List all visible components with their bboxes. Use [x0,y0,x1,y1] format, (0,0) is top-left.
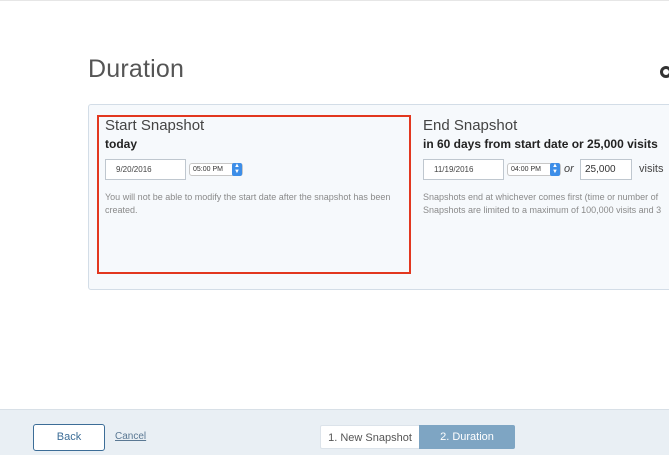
start-note: You will not be able to modify the start… [105,191,411,217]
cancel-link[interactable]: Cancel [115,431,146,442]
end-time-select[interactable]: 04:00 PM ▲ ▼ [507,163,561,176]
start-time-select[interactable]: 05:00 PM ▲ ▼ [189,163,243,176]
start-note-line-2: created. [105,205,138,215]
step-duration[interactable]: 2. Duration [419,425,515,449]
step-new-snapshot[interactable]: 1. New Snapshot [320,425,419,449]
visits-label: visits [639,163,664,175]
start-date-input[interactable]: 9/20/2016 [105,159,186,180]
or-label: or [564,163,574,175]
partial-icon [660,66,669,78]
end-snapshot-subtitle: in 60 days from start date or 25,000 vis… [423,137,658,151]
up-down-stepper-icon[interactable]: ▲ ▼ [232,163,242,176]
start-time-value: 05:00 PM [193,166,223,173]
end-snapshot-title: End Snapshot [423,117,518,134]
end-time-value: 04:00 PM [511,166,541,173]
start-snapshot-subtitle: today [105,137,138,151]
end-note-line-2: Snapshots are limited to a maximum of 10… [423,205,662,215]
up-down-stepper-icon[interactable]: ▲ ▼ [550,163,560,176]
end-note-line-1: Snapshots end at whichever comes first (… [423,192,659,202]
visits-input[interactable]: 25,000 [580,159,632,180]
start-note-line-1: You will not be able to modify the start… [105,192,391,202]
page-title: Duration [88,55,185,83]
end-note: Snapshots end at whichever comes first (… [423,191,669,217]
back-button[interactable]: Back [33,424,105,451]
start-snapshot-title: Start Snapshot [105,117,205,134]
top-divider [0,0,669,1]
end-date-input[interactable]: 11/19/2016 [423,159,504,180]
